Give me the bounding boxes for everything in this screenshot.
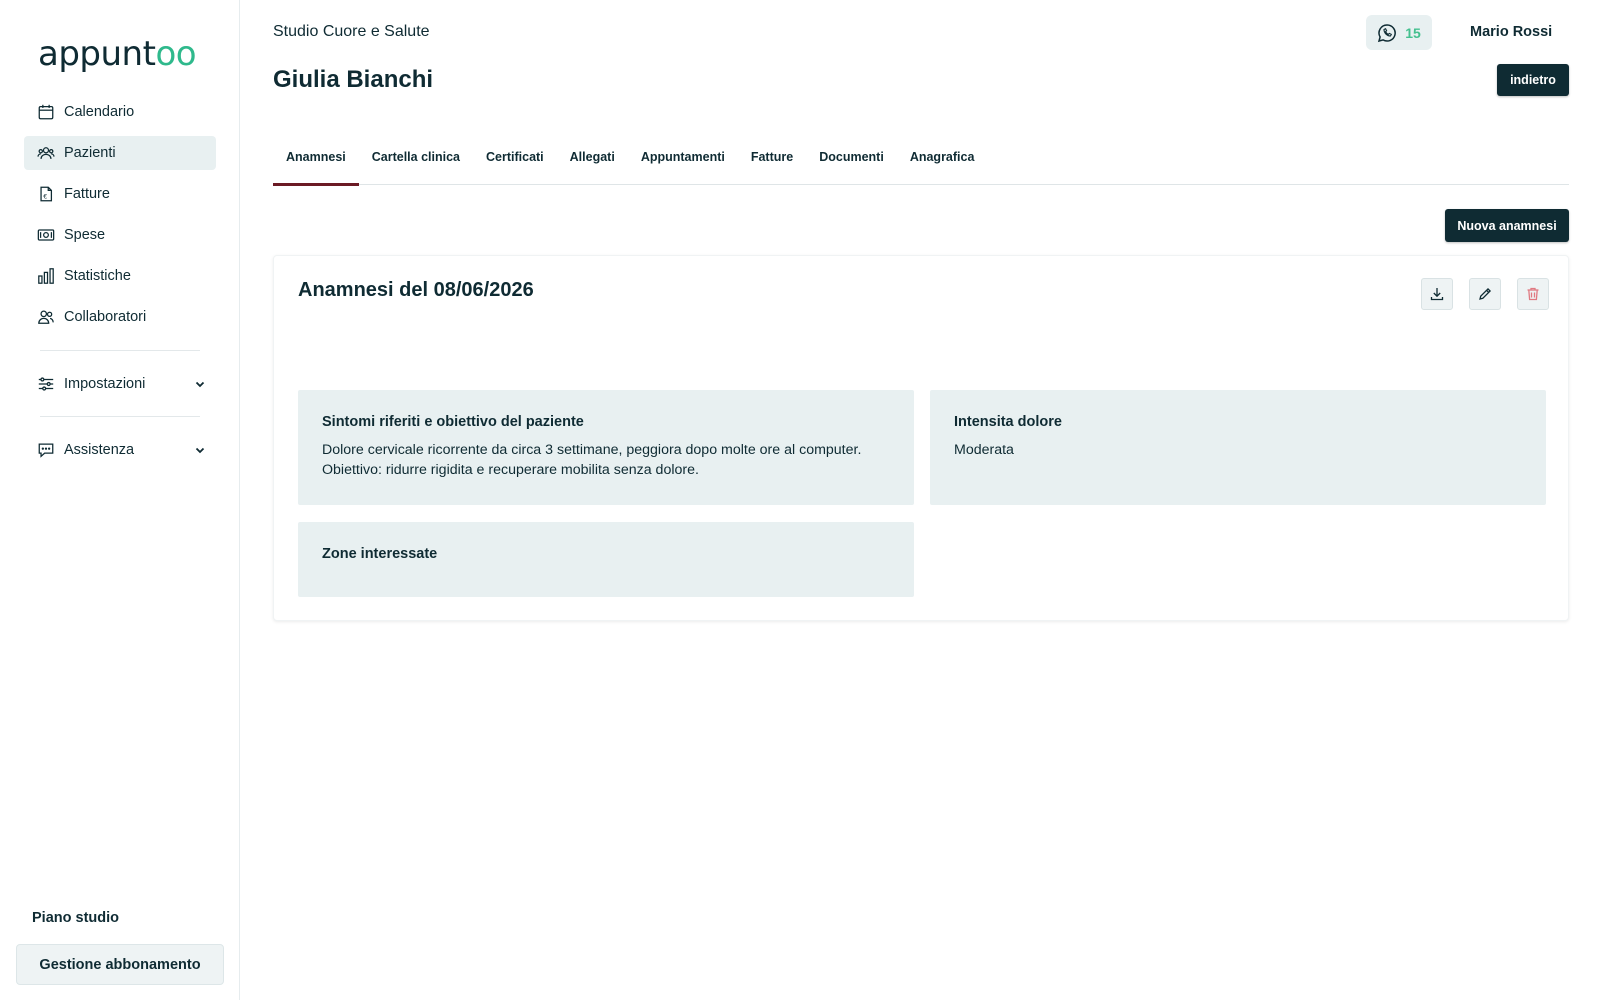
- chevron-down-icon: [195, 447, 205, 454]
- sidebar-item-assistenza[interactable]: Assistenza: [24, 433, 216, 467]
- sliders-icon: [36, 374, 56, 394]
- zones-title: Zone interessate: [322, 546, 438, 562]
- sidebar-item-label: Collaboratori: [64, 309, 147, 325]
- sidebar-item-statistiche[interactable]: Statistiche: [24, 259, 216, 293]
- sidebar-item-spese[interactable]: Spese: [24, 218, 216, 252]
- sidebar-item-label: Pazienti: [64, 145, 116, 161]
- tab-certificati[interactable]: Certificati: [473, 140, 557, 185]
- pain-intensity-panel: Intensita dolore Moderata: [930, 390, 1546, 505]
- sidebar-item-impostazioni[interactable]: Impostazioni: [24, 367, 216, 401]
- sidebar-item-collaboratori[interactable]: Collaboratori: [24, 300, 216, 334]
- collaborators-icon: [36, 307, 56, 327]
- tab-allegati[interactable]: Allegati: [557, 140, 628, 185]
- delete-button[interactable]: [1517, 278, 1549, 310]
- patient-tabs: Anamnesi Cartella clinica Certificati Al…: [273, 140, 1569, 186]
- sidebar-item-fatture[interactable]: € Fatture: [24, 177, 216, 211]
- sidebar-divider: [40, 416, 200, 417]
- sidebar-item-label: Spese: [64, 227, 106, 243]
- back-button[interactable]: indietro: [1497, 64, 1569, 96]
- manage-subscription-button[interactable]: Gestione abbonamento: [16, 944, 224, 985]
- new-anamnesis-button[interactable]: Nuova anamnesi: [1445, 209, 1569, 242]
- download-icon: [1430, 288, 1444, 301]
- user-menu[interactable]: Mario Rossi: [1470, 24, 1552, 40]
- pain-intensity-value: Moderata: [954, 442, 1014, 458]
- money-icon: [36, 225, 56, 245]
- chat-icon: [36, 440, 56, 460]
- symptoms-text-line1: Dolore cervicale ricorrente da circa 3 s…: [322, 442, 862, 458]
- sidebar-item-label: Fatture: [64, 186, 110, 202]
- symptoms-panel: Sintomi riferiti e obiettivo del pazient…: [298, 390, 914, 505]
- pain-intensity-title: Intensita dolore: [954, 414, 1062, 430]
- calendar-icon: [36, 102, 56, 122]
- tab-fatture[interactable]: Fatture: [738, 140, 806, 185]
- sidebar-item-calendario[interactable]: Calendario: [24, 95, 216, 129]
- symptoms-title: Sintomi riferiti e obiettivo del pazient…: [322, 414, 584, 430]
- sidebar-item-pazienti[interactable]: Pazienti: [24, 136, 216, 170]
- sidebar-item-label: Assistenza: [64, 442, 135, 458]
- anamnesis-title: Anamnesi del 08/06/2026: [298, 279, 534, 301]
- download-button[interactable]: [1421, 278, 1453, 310]
- sidebar-item-label: Calendario: [64, 104, 135, 120]
- chevron-down-icon: [195, 381, 205, 388]
- logo-text-accent: oo: [155, 34, 197, 74]
- appuntoo-logo[interactable]: appuntoo: [38, 34, 197, 74]
- symptoms-text-line2: Obiettivo: ridurre rigidita e recuperare…: [322, 462, 699, 478]
- whatsapp-icon: [1378, 23, 1397, 42]
- logo-text-main: appunt: [38, 34, 156, 74]
- sidebar-item-label: Impostazioni: [64, 376, 146, 392]
- users-icon: [36, 143, 56, 163]
- invoice-icon: €: [36, 184, 56, 204]
- whatsapp-count: 15: [1405, 24, 1421, 41]
- edit-button[interactable]: [1469, 278, 1501, 310]
- zones-panel: Zone interessate: [298, 522, 914, 597]
- sidebar-item-label: Statistiche: [64, 268, 131, 284]
- tab-documenti[interactable]: Documenti: [806, 140, 897, 185]
- trash-icon: [1527, 287, 1539, 301]
- plan-title: Piano studio: [32, 910, 119, 926]
- sidebar: appuntoo Calendario Pazienti € Fatture S…: [0, 0, 240, 1000]
- tab-anagrafica[interactable]: Anagrafica: [897, 140, 988, 185]
- svg-text:€: €: [43, 194, 47, 201]
- studio-name: Studio Cuore e Salute: [273, 23, 430, 40]
- tab-appuntamenti[interactable]: Appuntamenti: [628, 140, 738, 185]
- sidebar-nav: Calendario Pazienti € Fatture Spese Stat…: [24, 95, 216, 341]
- sidebar-divider: [40, 350, 200, 351]
- anamnesis-card: Anamnesi del 08/06/2026 Sintomi riferiti…: [273, 255, 1569, 621]
- whatsapp-badge[interactable]: 15: [1366, 15, 1432, 50]
- tab-anamnesi[interactable]: Anamnesi: [273, 140, 359, 186]
- page-title: Giulia Bianchi: [273, 66, 434, 93]
- bar-chart-icon: [36, 266, 56, 286]
- tab-cartella-clinica[interactable]: Cartella clinica: [359, 140, 473, 185]
- pencil-icon: [1479, 287, 1492, 300]
